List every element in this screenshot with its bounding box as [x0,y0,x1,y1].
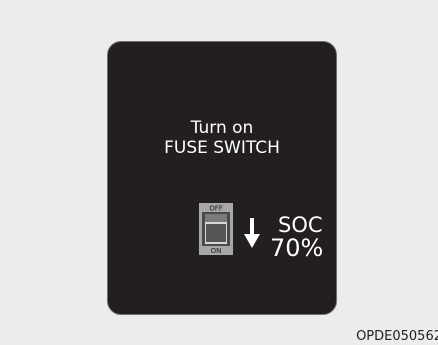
soc-label: SOC [278,213,323,237]
message-line-1: Turn on [190,118,254,138]
fuse-switch-icon: OFF ON [199,203,233,255]
soc-value: 70% [270,234,324,262]
message-line-2: FUSE SWITCH [164,138,280,158]
switch-on-label: ON [211,247,222,255]
figure-code: OPDE050562 [356,329,438,344]
down-arrow-icon [244,218,260,248]
warning-display: Turn on FUSE SWITCH OFF ON SOC 70% [107,41,337,315]
switch-off-label: OFF [209,205,223,213]
